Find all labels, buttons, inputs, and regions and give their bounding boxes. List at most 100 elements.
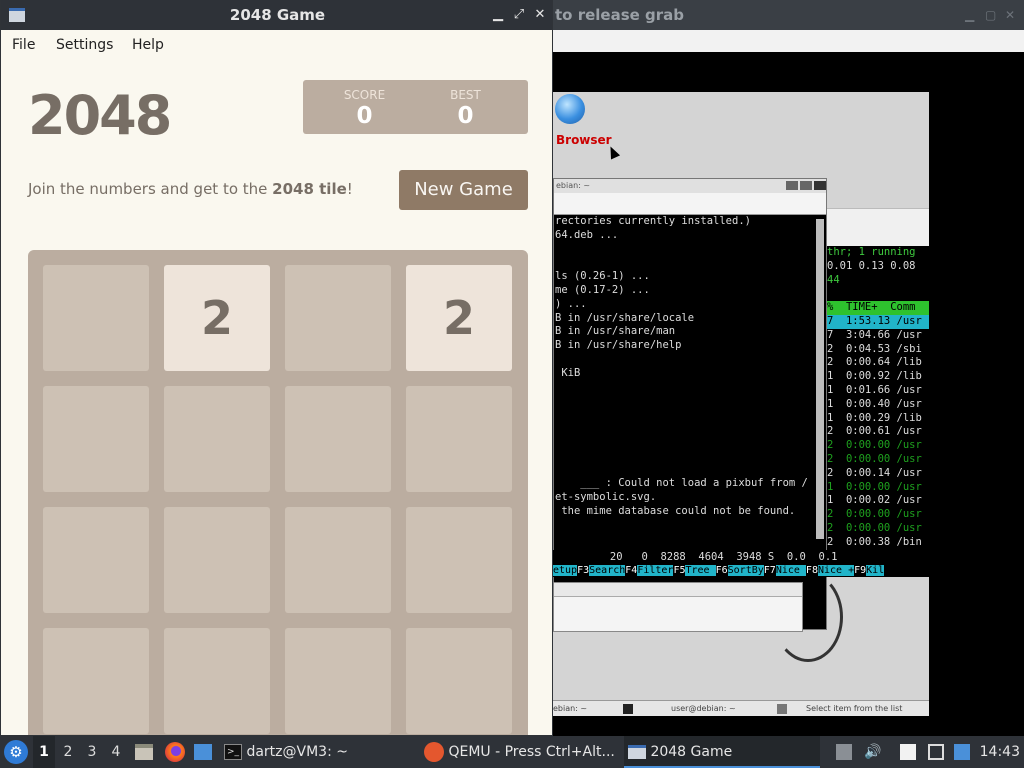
workspace-3[interactable]: 3 <box>81 736 103 768</box>
guest-terminal-close[interactable] <box>814 181 826 190</box>
intro-text: Join the numbers and get to the 2048 til… <box>28 180 353 198</box>
guest-display[interactable]: Browser ebian: ~ rectories currently ins… <box>553 92 929 716</box>
guest-terminal-title: ebian: ~ <box>556 181 591 190</box>
qemu-close-button[interactable]: ✕ <box>1005 0 1015 30</box>
workspace-1[interactable]: 1 <box>33 736 55 768</box>
best-label: BEST <box>450 88 481 102</box>
htop-line: 7 3:04.66 /usr <box>827 328 922 341</box>
fkey-label[interactable]: Kil <box>866 565 885 576</box>
minimize-button[interactable]: ▁ <box>489 5 507 25</box>
window-title: 2048 Game <box>229 6 326 24</box>
guest-taskbar: ebian: ~ user@debian: ~ Select item from… <box>553 700 929 716</box>
menu-file[interactable]: File <box>12 37 35 53</box>
qemu-titlebar[interactable]: to release grab ▁ ▢ ✕ <box>553 0 1024 30</box>
fkey-label[interactable]: etup <box>553 565 578 576</box>
menu-help[interactable]: Help <box>132 37 164 53</box>
htop-line: 44 <box>827 273 840 286</box>
qemu-window[interactable]: to release grab ▁ ▢ ✕ Browser ebian: ~ r… <box>553 0 1024 736</box>
tile-value: 2 <box>442 291 475 345</box>
guest-task-select[interactable]: Select item from the list <box>806 701 902 716</box>
task-2048[interactable]: 2048 Game <box>624 736 820 768</box>
tray-eject-icon[interactable] <box>836 744 852 760</box>
guest-terminal-maximize[interactable] <box>800 181 812 190</box>
htop-line: 1 0:00.02 /usr <box>827 494 922 507</box>
guest-terminal-output: rectories currently installed.) 64.deb ..… <box>554 215 816 595</box>
terminal-line: ___ : Could not load a pixbuf from / <box>555 477 808 490</box>
fkey-number: F3 <box>577 565 590 576</box>
game-titlebar[interactable]: 2048 Game ▁ ⤢ ✕ <box>1 0 552 30</box>
qemu-minimize-button[interactable]: ▁ <box>965 0 974 30</box>
htop-line: 2 0:00.61 /usr <box>827 425 922 438</box>
guest-task-user[interactable]: user@debian: ~ <box>671 701 736 716</box>
htop-line: 1 0:00.29 /lib <box>827 411 922 424</box>
htop-line: thr; 1 running <box>827 246 916 258</box>
htop-line: 2 0:00.00 /usr <box>827 439 922 452</box>
new-game-button[interactable]: New Game <box>399 170 528 210</box>
terminal-line: the mime database could not be found. <box>555 504 796 517</box>
htop-line: 1 0:00.40 /usr <box>827 397 922 410</box>
grid-cell <box>164 628 270 734</box>
browser-label[interactable]: Browser <box>556 133 612 147</box>
best-value: 0 <box>457 103 474 129</box>
terminal-line: et-symbolic.svg. <box>555 490 657 503</box>
guest-task-terminal[interactable]: ebian: ~ <box>553 701 587 716</box>
browser-icon[interactable] <box>555 94 585 124</box>
task-qemu[interactable]: QEMU - Press Ctrl+Alt... <box>424 736 620 768</box>
guest-terminal-scrollbar[interactable] <box>816 219 824 539</box>
clipboard-icon[interactable] <box>900 744 916 760</box>
grid-cell <box>285 386 391 492</box>
grid-cell <box>164 386 270 492</box>
fkey-label[interactable]: Search <box>589 565 626 576</box>
htop-function-keys: etupF3SearchF4FilterF5Tree F6SortByF7 Nic… <box>553 564 929 577</box>
menu-bar: File Settings Help <box>1 30 552 60</box>
guest-terminal-minimize[interactable] <box>786 181 798 190</box>
fkey-number: F4 <box>625 565 638 576</box>
guest-list-icon <box>777 704 787 714</box>
network-icon[interactable] <box>928 744 944 760</box>
terminal-line: rectories currently installed.) <box>555 215 751 227</box>
htop-line: 2 0:00.64 /lib <box>827 356 922 369</box>
grid-cell <box>43 386 149 492</box>
qemu-title: to release grab <box>555 6 685 24</box>
display-icon[interactable] <box>954 744 970 760</box>
tile-value: 2 <box>200 291 233 345</box>
game-board[interactable]: 22 <box>28 250 528 735</box>
volume-icon[interactable]: 🔊 <box>864 744 881 760</box>
best-box: BEST 0 <box>403 80 528 134</box>
close-button[interactable]: ✕ <box>531 5 549 25</box>
game-window[interactable]: 2048 Game ▁ ⤢ ✕ File Settings Help 2048 … <box>0 0 553 736</box>
fkey-number: F6 <box>715 565 728 576</box>
htop-line: 2 0:04.53 /sbi <box>827 342 922 355</box>
grid-cell <box>43 507 149 613</box>
qemu-maximize-button[interactable]: ▢ <box>985 0 996 30</box>
workspace-2[interactable]: 2 <box>57 736 79 768</box>
fkey-number: F9 <box>854 565 867 576</box>
task-terminal[interactable]: >_ dartz@VM3: ~ <box>224 736 414 768</box>
terminal-line: ) ... <box>555 297 587 310</box>
workspace-4[interactable]: 4 <box>105 736 127 768</box>
firefox-icon[interactable] <box>165 742 185 762</box>
terminal-line: B in /usr/share/locale <box>555 311 695 324</box>
clock[interactable]: 14:43 <box>980 736 1020 768</box>
start-menu-icon[interactable]: ⚙ <box>4 740 28 764</box>
qemu-icon <box>424 742 444 762</box>
maximize-button[interactable]: ⤢ <box>510 5 528 25</box>
fkey-label[interactable]: Filter <box>637 565 674 576</box>
desktop-icon[interactable] <box>194 744 212 760</box>
fkey-label[interactable]: SortBy <box>727 565 764 576</box>
file-manager-icon[interactable] <box>135 744 153 760</box>
menu-settings[interactable]: Settings <box>56 37 113 53</box>
guest-terminal-titlebar[interactable]: ebian: ~ <box>554 179 826 193</box>
htop-line <box>827 287 929 301</box>
fkey-number: F7 <box>763 565 776 576</box>
fkey-label[interactable]: Tree <box>685 565 716 576</box>
guest-terminal-icon <box>623 704 633 714</box>
fkey-label[interactable]: Nice + <box>817 565 855 576</box>
